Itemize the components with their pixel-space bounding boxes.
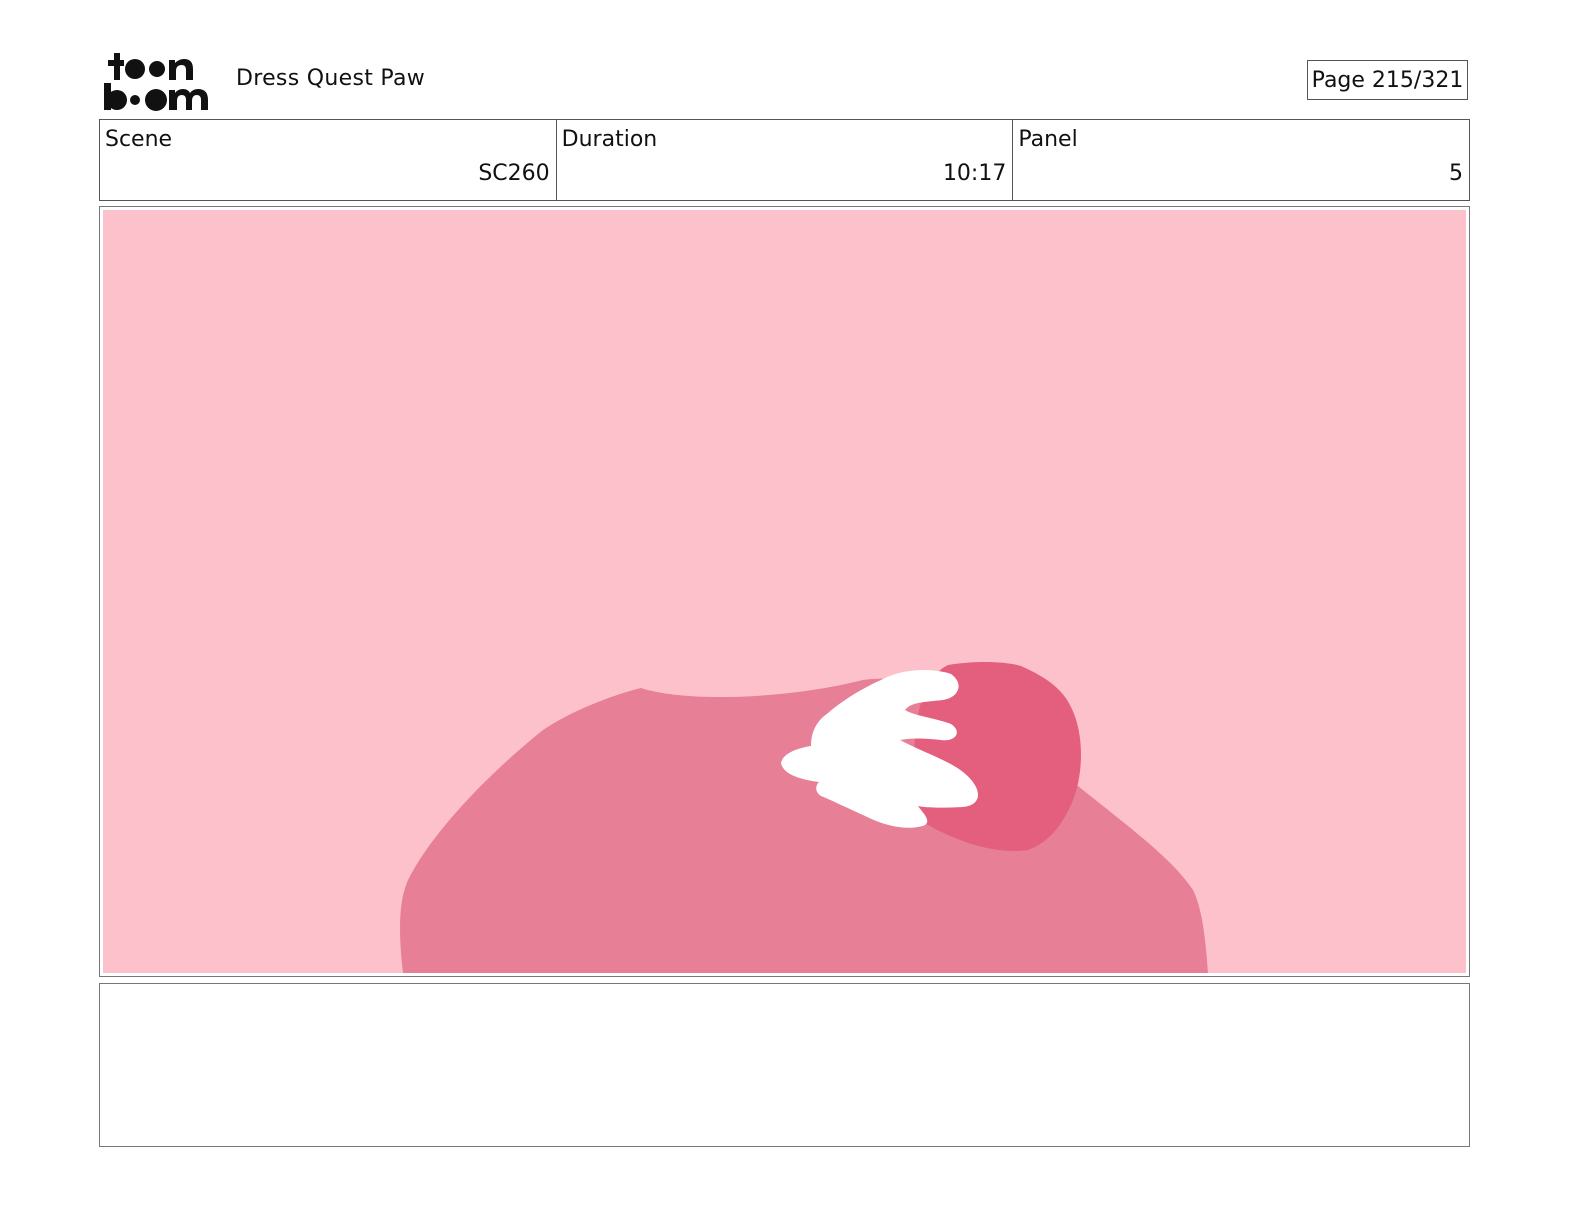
duration-value: 10:17 xyxy=(942,161,1007,186)
page-header: toonboom Dress Quest Paw Page 215/321 xyxy=(0,0,1584,118)
logo-text: toonboom xyxy=(0,0,1,1)
panel-drawing xyxy=(103,210,1466,973)
project-title: Dress Quest Paw xyxy=(236,66,426,91)
page-number: Page 215/321 xyxy=(1307,60,1468,100)
scene-cell: Scene SC260 xyxy=(100,120,557,200)
storyboard-panel xyxy=(99,206,1470,977)
panel-value: 5 xyxy=(1449,161,1464,186)
scene-label: Scene xyxy=(105,127,173,152)
panel-notes xyxy=(99,983,1470,1147)
duration-cell: Duration 10:17 xyxy=(557,120,1014,200)
panel-label: Panel xyxy=(1018,127,1078,152)
panel-cell: Panel 5 xyxy=(1013,120,1469,200)
scene-info-row: Scene SC260 Duration 10:17 Panel 5 xyxy=(99,119,1470,201)
duration-label: Duration xyxy=(561,127,658,152)
toonboom-logo xyxy=(104,53,208,111)
scene-value: SC260 xyxy=(478,161,550,186)
